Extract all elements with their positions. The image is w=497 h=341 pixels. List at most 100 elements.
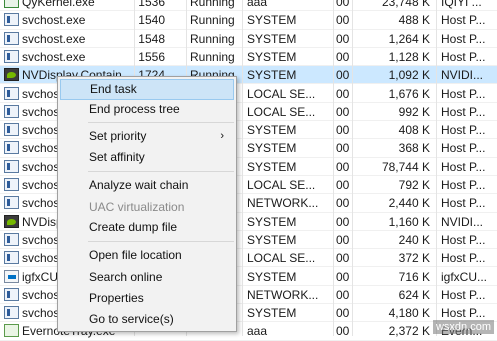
process-description: Host P... <box>441 178 486 192</box>
menu-item-end-task[interactable]: End task <box>60 79 234 100</box>
process-description: NVIDI... <box>441 214 484 229</box>
service-icon <box>4 13 19 27</box>
column-divider[interactable] <box>242 0 243 336</box>
menu-item-label: Set affinity <box>89 150 145 164</box>
process-cpu: 00 <box>336 306 350 321</box>
menu-separator <box>88 171 234 172</box>
service-icon <box>4 178 19 191</box>
process-user: LOCAL SE... <box>247 251 316 266</box>
process-cpu: 00 <box>336 31 350 46</box>
nvidia-icon <box>4 214 19 228</box>
process-cpu: 00 <box>336 49 350 64</box>
menu-item-set-priority[interactable]: Set priority › <box>60 126 234 147</box>
menu-item-label: End task <box>90 82 137 96</box>
process-memory: 1,092 K <box>388 68 430 83</box>
process-description: Host P... <box>441 49 486 64</box>
process-status: Running <box>190 0 235 9</box>
process-memory: 2,440 K <box>388 196 430 211</box>
service-icon <box>4 123 19 137</box>
menu-item-open-file-location[interactable]: Open file location <box>60 245 234 266</box>
process-memory: 4,180 K <box>388 306 430 321</box>
table-row[interactable]: svchost.exe 1556 Running SYSTEM 00 1,128 K Hos… <box>0 48 497 67</box>
menu-item-properties[interactable]: Properties <box>60 288 234 309</box>
process-cpu: 00 <box>336 287 350 302</box>
process-user: aaa <box>247 0 268 9</box>
process-pid: 1556 <box>138 49 165 64</box>
context-menu: End task End process tree Set priority › Set… <box>57 76 237 332</box>
process-user: SYSTEM <box>247 141 297 156</box>
menu-item-set-affinity[interactable]: Set affinity <box>60 147 234 168</box>
process-cpu: 00 <box>336 251 350 266</box>
table-row[interactable]: QyKernel.exe 1536 Running aaa 00 23,748 K IQIY… <box>0 0 497 12</box>
process-description: Host P... <box>441 31 486 46</box>
process-user: SYSTEM <box>247 13 297 28</box>
process-memory: 78,744 K <box>381 159 430 174</box>
process-memory: 792 K <box>398 178 430 192</box>
process-user: SYSTEM <box>247 31 297 46</box>
menu-item-label: Analyze wait chain <box>89 178 189 192</box>
column-divider[interactable] <box>333 0 334 336</box>
process-pid: 1540 <box>138 13 165 28</box>
process-memory: 408 K <box>398 123 430 138</box>
process-memory: 368 K <box>398 141 430 156</box>
menu-item-go-to-service-s[interactable]: Go to service(s) <box>60 309 234 330</box>
process-memory: 488 K <box>398 13 430 28</box>
menu-item-analyze-wait-chain[interactable]: Analyze wait chain <box>60 175 234 196</box>
process-cpu: 00 <box>336 141 350 156</box>
menu-item-label: Create dump file <box>89 220 178 234</box>
process-user: aaa <box>247 324 268 339</box>
process-description: Host P... <box>441 13 486 28</box>
process-description: igfxCU... <box>441 269 488 284</box>
service-icon <box>4 141 19 155</box>
process-cpu: 00 <box>336 86 350 101</box>
process-status: Running <box>190 31 235 46</box>
menu-item-search-online[interactable]: Search online <box>60 267 234 288</box>
process-memory: 1,264 K <box>388 31 430 46</box>
process-cpu: 00 <box>336 196 350 211</box>
igfx-icon <box>4 269 19 283</box>
menu-item-label: Set priority <box>89 129 147 143</box>
menu-item-create-dump-file[interactable]: Create dump file <box>60 217 234 238</box>
process-name: svchost.exe <box>22 49 86 64</box>
table-row[interactable]: svchost.exe 1540 Running SYSTEM 00 488 K Host … <box>0 11 497 30</box>
watermark: wsxdn.com <box>432 320 494 334</box>
nvidia-icon <box>4 68 19 82</box>
process-user: LOCAL SE... <box>247 178 316 192</box>
service-icon <box>4 251 19 265</box>
process-user: LOCAL SE... <box>247 104 316 119</box>
process-user: NETWORK... <box>247 287 319 302</box>
service-icon <box>4 306 19 320</box>
column-divider[interactable] <box>352 0 353 336</box>
process-status: Running <box>190 13 235 28</box>
process-pid: 1536 <box>138 0 165 9</box>
service-icon <box>4 86 19 100</box>
menu-item-label: UAC virtualization <box>89 200 185 214</box>
table-row[interactable]: svchost.exe 1548 Running SYSTEM 00 1,264 K Hos… <box>0 30 497 48</box>
column-divider[interactable] <box>436 0 437 336</box>
process-cpu: 00 <box>336 13 350 28</box>
process-cpu: 00 <box>336 159 350 174</box>
menu-separator <box>88 241 234 242</box>
process-description: Host P... <box>441 86 486 101</box>
process-memory: 624 K <box>398 287 430 302</box>
menu-item-label: End process tree <box>89 102 180 116</box>
process-cpu: 00 <box>336 324 350 339</box>
process-cpu: 00 <box>336 214 350 229</box>
service-icon <box>4 287 19 301</box>
process-user: SYSTEM <box>247 159 297 174</box>
process-user: LOCAL SE... <box>247 86 316 101</box>
service-icon <box>4 159 19 173</box>
process-user: SYSTEM <box>247 232 297 247</box>
process-cpu: 00 <box>336 232 350 247</box>
process-memory: 1,160 K <box>388 214 430 229</box>
process-description: NVIDI... <box>441 68 484 83</box>
menu-item-label: Search online <box>89 270 163 284</box>
menu-item-label: Go to service(s) <box>89 312 174 326</box>
process-user: SYSTEM <box>247 68 297 83</box>
menu-separator <box>88 122 234 123</box>
process-pid: 1548 <box>138 31 165 46</box>
process-name: QyKernel.exe <box>22 0 95 9</box>
service-icon <box>4 232 19 246</box>
process-description: Host P... <box>441 141 486 156</box>
menu-item-end-process-tree[interactable]: End process tree <box>60 99 234 120</box>
